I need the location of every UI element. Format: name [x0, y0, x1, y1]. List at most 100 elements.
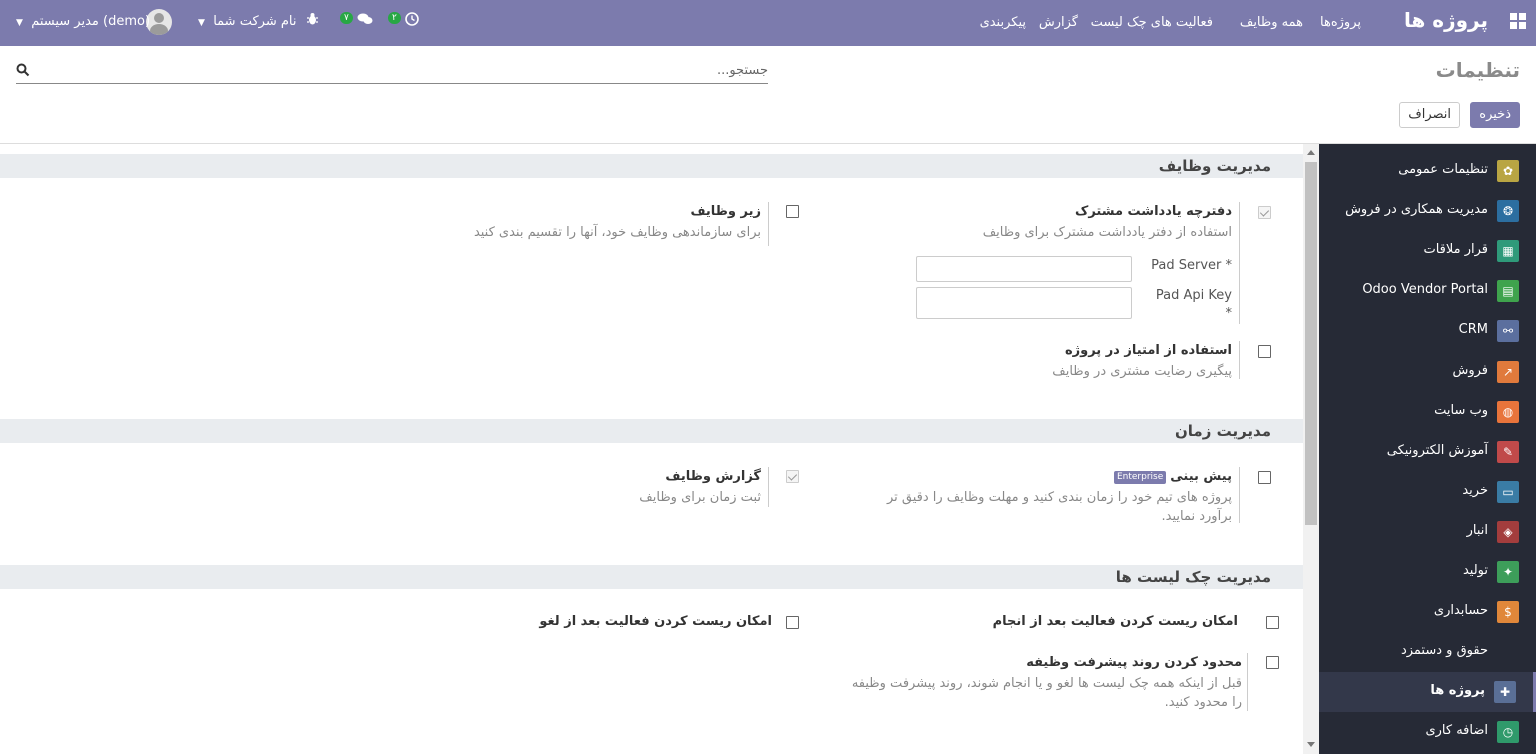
search-input[interactable] — [40, 58, 768, 82]
subtasks-checkbox[interactable] — [786, 205, 799, 218]
reset-after-cancel-checkbox[interactable] — [786, 616, 799, 629]
sidebar-item[interactable]: ◍ وب سایت — [1319, 392, 1536, 432]
section-title: مدیریت وظایف — [1158, 157, 1271, 175]
company-switcher[interactable]: ▼ نام شرکت شما — [198, 14, 296, 29]
settings-sidebar: ✿ تنظیمات عمومی ❂ مدیریت همکاری در فروش ▦ قرا… — [1319, 144, 1536, 754]
restrict-progress-checkbox[interactable] — [1266, 656, 1279, 669]
apps-grid-icon[interactable] — [1510, 13, 1526, 29]
menu-configuration[interactable]: پیکربندی — [980, 15, 1026, 30]
forecast-title-text: پیش بینی — [1170, 469, 1232, 484]
sidebar-item-label: فروش — [1452, 362, 1488, 378]
setting-title: زیر وظایف — [690, 204, 761, 219]
calendar-icon: ▦ — [1497, 240, 1519, 263]
setting-reset-after-done: امکان ریست کردن فعالیت بعد از انجام — [820, 612, 1240, 632]
sidebar-item-label: CRM — [1458, 322, 1488, 338]
search-bar — [16, 56, 768, 84]
reset-after-done-checkbox[interactable] — [1266, 616, 1279, 629]
setting-description: پروژه های تیم خود را زمان بندی کنید و مه… — [886, 490, 1232, 524]
box-icon: ◈ — [1497, 520, 1519, 543]
page-title: تنظیمات — [1435, 58, 1520, 82]
pad-server-input[interactable] — [916, 256, 1132, 282]
search-icon[interactable] — [16, 63, 30, 77]
message-count-badge: ۷ — [340, 12, 353, 24]
scroll-up-arrow[interactable] — [1307, 150, 1315, 155]
sidebar-item-label: قرار ملاقات — [1423, 242, 1488, 258]
menu-checklist-activities[interactable]: فعالیت های چک لیست — [1091, 15, 1213, 30]
sidebar-item[interactable]: ✿ تنظیمات عمومی — [1319, 151, 1536, 191]
setting-description: قبل از اینکه همه چک لیست ها لغو و یا انج… — [851, 676, 1242, 710]
bug-icon — [307, 13, 318, 25]
portal-icon: ▤ — [1497, 280, 1519, 303]
sidebar-item-label: تولید — [1462, 563, 1488, 578]
enterprise-badge: Enterprise — [1113, 471, 1167, 484]
activity-systray[interactable]: ۲ — [388, 12, 419, 28]
collaborative-pad-checkbox[interactable] — [1258, 206, 1271, 219]
scroll-down-arrow[interactable] — [1307, 742, 1315, 747]
caret-down-icon: ▼ — [16, 18, 23, 28]
sidebar-item[interactable]: ◷ اضافه کاری — [1319, 712, 1536, 752]
company-name: نام شرکت شما — [213, 14, 297, 29]
sidebar-item[interactable]: ▦ قرار ملاقات — [1319, 231, 1536, 271]
sidebar-item-label: Odoo Vendor Portal — [1362, 282, 1488, 298]
chart-icon: ↗ — [1497, 360, 1519, 383]
setting-title: دفترچه یادداشت مشترک — [1075, 204, 1232, 219]
sidebar-item-label: انبار — [1466, 522, 1488, 538]
cancel-button[interactable]: انصراف — [1399, 102, 1460, 128]
sidebar-item-label: تنظیمات عمومی — [1398, 162, 1488, 177]
clock-icon — [405, 12, 419, 26]
card-icon: ▭ — [1497, 480, 1519, 503]
content-scrollbar[interactable] — [1303, 144, 1319, 754]
sidebar-item-label: حقوق و دستمزد — [1400, 643, 1488, 659]
wrench-icon: ✦ — [1497, 561, 1519, 583]
project-rating-checkbox[interactable] — [1258, 345, 1271, 358]
menu-projects[interactable]: پروژه‌ها — [1320, 15, 1361, 30]
setting-title: استفاده از امتیاز در پروژه — [1064, 343, 1232, 358]
sidebar-item-label: مدیریت همکاری در فروش — [1345, 202, 1488, 218]
sidebar-item[interactable]: ✎ آموزش الکترونیکی — [1319, 432, 1536, 472]
sidebar-item[interactable]: ▭ خرید — [1319, 472, 1536, 512]
sidebar-item[interactable]: ✚ پروژه ها — [1319, 672, 1536, 713]
sidebar-item[interactable]: ▤ Odoo Vendor Portal — [1319, 271, 1536, 311]
section-title: مدیریت زمان — [1174, 422, 1271, 440]
setting-subtasks: زیر وظایف برای سازماندهی وظایف خود، آنها… — [409, 202, 769, 246]
user-name: مدیر سیستم (demo) — [31, 14, 151, 29]
sidebar-item[interactable]: ◈ انبار — [1319, 512, 1536, 552]
sidebar-item[interactable]: ✦ تولید — [1319, 552, 1536, 592]
setting-description: استفاده از دفتر یادداشت مشترک برای وظایف — [982, 225, 1232, 240]
settings-content: مدیریت وظایف دفترچه یادداشت مشترک استفاد… — [0, 144, 1319, 754]
sidebar-item[interactable]: ↗ فروش — [1319, 352, 1536, 392]
setting-collaborative-pad: دفترچه یادداشت مشترک استفاده از دفتر یاد… — [820, 202, 1240, 324]
user-menu[interactable]: ▼ مدیر سیستم (demo) — [16, 14, 150, 29]
sidebar-item-label: پروژه ها — [1430, 683, 1485, 699]
setting-restrict-progress: محدود کردن روند پیشرفت وظیفه قبل از اینک… — [820, 653, 1248, 711]
forecast-checkbox[interactable] — [1258, 471, 1271, 484]
setting-reset-after-cancel: امکان ریست کردن فعالیت بعد از لغو — [414, 612, 774, 632]
debug-systray[interactable] — [306, 12, 319, 28]
menu-reporting[interactable]: گزارش — [1039, 15, 1078, 30]
menu-all-tasks[interactable]: همه وظایف — [1240, 15, 1303, 30]
activity-count-badge: ۲ — [388, 12, 401, 24]
sidebar-item[interactable]: $ حسابداری — [1319, 592, 1536, 632]
caret-down-icon: ▼ — [198, 18, 205, 28]
setting-title: پیش بینیEnterprise — [1113, 469, 1232, 484]
setting-project-rating: استفاده از امتیاز در پروژه پیگیری رضایت … — [820, 341, 1240, 379]
app-brand[interactable]: پروژه ها — [1404, 8, 1488, 32]
top-navbar: پروژه ها پروژه‌ها همه وظایف فعالیت های چ… — [0, 0, 1536, 46]
setting-description: برای سازماندهی وظایف خود، آنها را تقسیم … — [473, 225, 761, 240]
setting-timesheets: گزارش وظایف ثبت زمان برای وظایف — [409, 467, 769, 507]
timesheets-checkbox[interactable] — [786, 470, 799, 483]
sidebar-item-label: اضافه کاری — [1425, 723, 1488, 739]
section-title: مدیریت چک لیست ها — [1115, 568, 1271, 586]
pad-api-key-input[interactable] — [916, 287, 1132, 319]
setting-description: پیگیری رضایت مشتری در وظایف — [1052, 364, 1232, 379]
pad-api-key-required-mark: * — [1225, 306, 1233, 321]
sidebar-item[interactable]: ❂ مدیریت همکاری در فروش — [1319, 191, 1536, 231]
gear-icon: ✿ — [1497, 160, 1519, 182]
sidebar-item[interactable]: ⚯ CRM — [1319, 311, 1536, 351]
messaging-systray[interactable]: ۷ — [340, 12, 373, 28]
pad-api-key-label: Pad Api Key — [1155, 288, 1232, 303]
scroll-thumb[interactable] — [1305, 162, 1317, 525]
sidebar-item[interactable]: حقوق و دستمزد — [1319, 632, 1536, 672]
sidebar-item-label: خرید — [1462, 482, 1488, 498]
save-button[interactable]: ذخیره — [1470, 102, 1520, 128]
